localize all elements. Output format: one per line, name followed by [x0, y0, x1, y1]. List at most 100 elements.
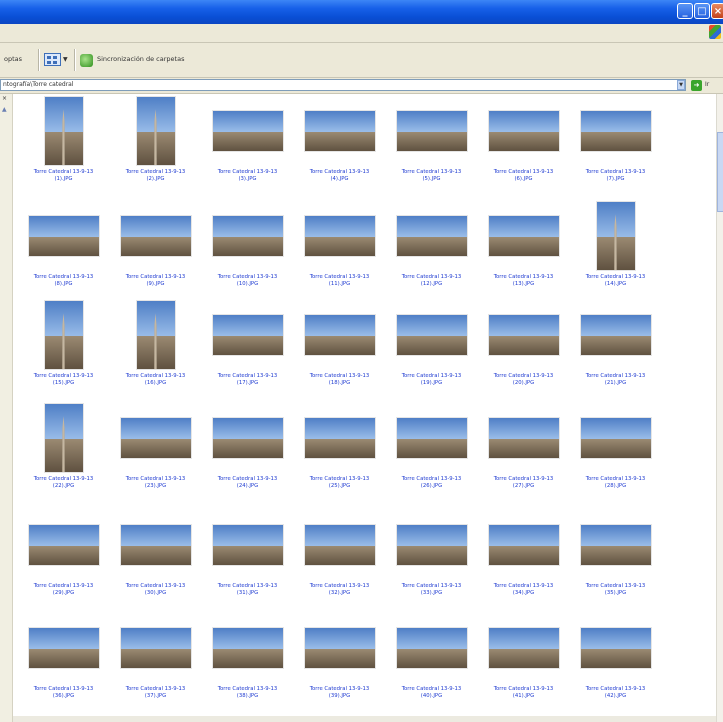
file-thumbnail-item[interactable]: Torre Catedral 13-9-13 (24).JPG [201, 403, 294, 521]
file-thumbnail-item[interactable]: Torre Catedral 13-9-13 (36).JPG [17, 613, 110, 722]
sync-folders-icon[interactable] [80, 54, 93, 67]
sync-folders-button[interactable]: Sincronización de carpetas [97, 55, 184, 63]
file-name-label[interactable]: Torre Catedral 13-9-13 (14).JPG [569, 274, 662, 288]
file-name-label[interactable]: Torre Catedral 13-9-13 (1).JPG [17, 169, 110, 183]
photo-thumbnail[interactable] [43, 403, 84, 473]
file-thumbnail-item[interactable]: Torre Catedral 13-9-13 (40).JPG [385, 613, 478, 722]
photo-thumbnail[interactable] [303, 524, 376, 566]
photo-thumbnail[interactable] [303, 314, 376, 356]
file-name-label[interactable]: Torre Catedral 13-9-13 (3).JPG [201, 169, 294, 183]
file-name-label[interactable]: Torre Catedral 13-9-13 (32).JPG [293, 583, 386, 597]
file-name-label[interactable]: Torre Catedral 13-9-13 (7).JPG [569, 169, 662, 183]
file-thumbnail-item[interactable]: Torre Catedral 13-9-13 (31).JPG [201, 510, 294, 628]
file-name-label[interactable]: Torre Catedral 13-9-13 (41).JPG [477, 686, 570, 700]
file-name-label[interactable]: Torre Catedral 13-9-13 (22).JPG [17, 476, 110, 490]
photo-thumbnail[interactable] [211, 524, 284, 566]
photo-thumbnail[interactable] [27, 627, 100, 669]
views-button[interactable]: ▼ [44, 51, 70, 69]
file-thumbnail-item[interactable]: Torre Catedral 13-9-13 (16).JPG [109, 300, 202, 418]
photo-thumbnail[interactable] [211, 417, 284, 459]
file-name-label[interactable]: Torre Catedral 13-9-13 (30).JPG [109, 583, 202, 597]
file-thumbnail-item[interactable]: Torre Catedral 13-9-13 (41).JPG [477, 613, 570, 722]
file-thumbnail-item[interactable]: Torre Catedral 13-9-13 (32).JPG [293, 510, 386, 628]
file-thumbnail-item[interactable]: Torre Catedral 13-9-13 (37).JPG [109, 613, 202, 722]
photo-thumbnail[interactable] [43, 96, 84, 166]
address-dropdown-icon[interactable]: ▼ [677, 80, 685, 90]
photo-thumbnail[interactable] [119, 215, 192, 257]
photo-thumbnail[interactable] [395, 110, 468, 152]
file-thumbnail-item[interactable]: Torre Catedral 13-9-13 (4).JPG [293, 96, 386, 214]
file-thumbnail-item[interactable]: Torre Catedral 13-9-13 (21).JPG [569, 300, 662, 418]
file-name-label[interactable]: Torre Catedral 13-9-13 (27).JPG [477, 476, 570, 490]
go-arrow-icon[interactable]: ➜ [691, 80, 702, 91]
file-name-label[interactable]: Torre Catedral 13-9-13 (11).JPG [293, 274, 386, 288]
file-name-label[interactable]: Torre Catedral 13-9-13 (36).JPG [17, 686, 110, 700]
address-input[interactable]: ntografía\Torre catedral [0, 79, 686, 91]
photo-thumbnail[interactable] [119, 524, 192, 566]
file-name-label[interactable]: Torre Catedral 13-9-13 (16).JPG [109, 373, 202, 387]
file-thumbnail-item[interactable]: Torre Catedral 13-9-13 (22).JPG [17, 403, 110, 521]
go-button[interactable]: Ir [705, 81, 709, 88]
file-name-label[interactable]: Torre Catedral 13-9-13 (28).JPG [569, 476, 662, 490]
file-name-label[interactable]: Torre Catedral 13-9-13 (37).JPG [109, 686, 202, 700]
file-name-label[interactable]: Torre Catedral 13-9-13 (20).JPG [477, 373, 570, 387]
file-thumbnail-item[interactable]: Torre Catedral 13-9-13 (34).JPG [477, 510, 570, 628]
photo-thumbnail[interactable] [135, 300, 176, 370]
file-thumbnail-item[interactable]: Torre Catedral 13-9-13 (18).JPG [293, 300, 386, 418]
file-name-label[interactable]: Torre Catedral 13-9-13 (5).JPG [385, 169, 478, 183]
file-name-label[interactable]: Torre Catedral 13-9-13 (23).JPG [109, 476, 202, 490]
file-name-label[interactable]: Torre Catedral 13-9-13 (17).JPG [201, 373, 294, 387]
file-name-label[interactable]: Torre Catedral 13-9-13 (26).JPG [385, 476, 478, 490]
photo-thumbnail[interactable] [27, 524, 100, 566]
photo-thumbnail[interactable] [211, 215, 284, 257]
photo-thumbnail[interactable] [303, 627, 376, 669]
file-thumbnail-item[interactable]: Torre Catedral 13-9-13 (39).JPG [293, 613, 386, 722]
photo-thumbnail[interactable] [579, 627, 652, 669]
file-thumbnail-item[interactable]: Torre Catedral 13-9-13 (7).JPG [569, 96, 662, 214]
file-thumbnail-item[interactable]: Torre Catedral 13-9-13 (35).JPG [569, 510, 662, 628]
photo-thumbnail[interactable] [579, 110, 652, 152]
photo-thumbnail[interactable] [43, 300, 84, 370]
file-thumbnail-item[interactable]: Torre Catedral 13-9-13 (3).JPG [201, 96, 294, 214]
file-name-label[interactable]: Torre Catedral 13-9-13 (24).JPG [201, 476, 294, 490]
photo-thumbnail[interactable] [579, 417, 652, 459]
photo-thumbnail[interactable] [487, 215, 560, 257]
close-icon[interactable]: × [711, 3, 723, 19]
file-thumbnail-item[interactable]: Torre Catedral 13-9-13 (5).JPG [385, 96, 478, 214]
vertical-scrollbar[interactable] [716, 94, 723, 722]
photo-thumbnail[interactable] [395, 314, 468, 356]
file-thumbnail-item[interactable]: Torre Catedral 13-9-13 (23).JPG [109, 403, 202, 521]
file-thumbnail-item[interactable]: Torre Catedral 13-9-13 (29).JPG [17, 510, 110, 628]
scrollbar-thumb[interactable] [717, 132, 723, 212]
file-name-label[interactable]: Torre Catedral 13-9-13 (15).JPG [17, 373, 110, 387]
file-name-label[interactable]: Torre Catedral 13-9-13 (9).JPG [109, 274, 202, 288]
file-name-label[interactable]: Torre Catedral 13-9-13 (29).JPG [17, 583, 110, 597]
file-thumbnail-item[interactable]: Torre Catedral 13-9-13 (26).JPG [385, 403, 478, 521]
photo-thumbnail[interactable] [487, 524, 560, 566]
file-name-label[interactable]: Torre Catedral 13-9-13 (38).JPG [201, 686, 294, 700]
photo-thumbnail[interactable] [579, 314, 652, 356]
scroll-up-icon[interactable]: ▲ [2, 106, 7, 113]
file-thumbnail-item[interactable]: Torre Catedral 13-9-13 (15).JPG [17, 300, 110, 418]
file-thumbnail-item[interactable]: Torre Catedral 13-9-13 (1).JPG [17, 96, 110, 214]
photo-thumbnail[interactable] [395, 417, 468, 459]
file-thumbnail-item[interactable]: Torre Catedral 13-9-13 (27).JPG [477, 403, 570, 521]
file-name-label[interactable]: Torre Catedral 13-9-13 (39).JPG [293, 686, 386, 700]
photo-thumbnail[interactable] [395, 627, 468, 669]
photo-thumbnail[interactable] [487, 627, 560, 669]
file-name-label[interactable]: Torre Catedral 13-9-13 (35).JPG [569, 583, 662, 597]
photo-thumbnail[interactable] [135, 96, 176, 166]
photo-thumbnail[interactable] [303, 215, 376, 257]
photo-thumbnail[interactable] [487, 417, 560, 459]
horizontal-scrollbar[interactable] [13, 716, 716, 722]
file-thumbnail-item[interactable]: Torre Catedral 13-9-13 (2).JPG [109, 96, 202, 214]
file-thumbnail-item[interactable]: Torre Catedral 13-9-13 (33).JPG [385, 510, 478, 628]
file-name-label[interactable]: Torre Catedral 13-9-13 (25).JPG [293, 476, 386, 490]
file-name-label[interactable]: Torre Catedral 13-9-13 (2).JPG [109, 169, 202, 183]
file-name-label[interactable]: Torre Catedral 13-9-13 (6).JPG [477, 169, 570, 183]
file-thumbnail-item[interactable]: Torre Catedral 13-9-13 (28).JPG [569, 403, 662, 521]
photo-thumbnail[interactable] [211, 627, 284, 669]
file-thumbnail-item[interactable]: Torre Catedral 13-9-13 (20).JPG [477, 300, 570, 418]
photo-thumbnail[interactable] [487, 110, 560, 152]
file-thumbnail-item[interactable]: Torre Catedral 13-9-13 (30).JPG [109, 510, 202, 628]
